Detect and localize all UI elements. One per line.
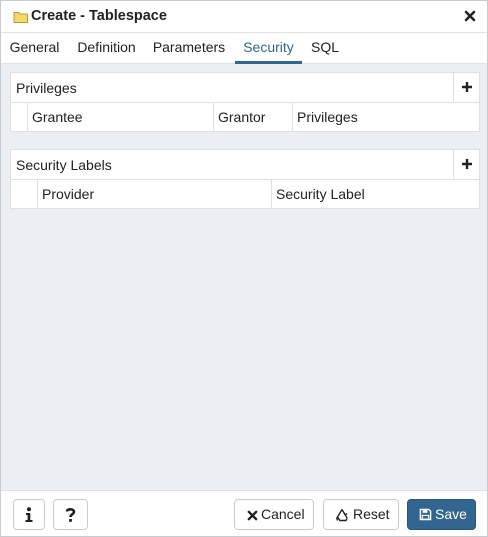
cancel-label: Cancel [261, 506, 305, 522]
security-labels-column-label: Security Label [276, 186, 365, 202]
add-privilege-button[interactable] [453, 73, 479, 102]
tab-bar: General Definition Parameters Security S… [1, 33, 487, 64]
tab-sql[interactable]: SQL [304, 33, 346, 64]
privileges-column-privileges: Privileges [297, 109, 358, 125]
tab-parameters[interactable]: Parameters [147, 33, 231, 64]
reset-label: Reset [353, 506, 390, 522]
dialog-footer: Cancel Reset Save [1, 490, 487, 536]
security-labels-title: Security Labels [16, 157, 112, 173]
add-security-label-button[interactable] [453, 150, 479, 179]
create-tablespace-dialog: Create - Tablespace General Definition P… [0, 0, 488, 537]
privileges-column-grantor: Grantor [214, 103, 293, 131]
help-button[interactable] [53, 499, 88, 530]
info-icon [25, 507, 33, 522]
save-label: Save [435, 506, 467, 522]
info-button[interactable] [13, 499, 45, 530]
close-icon [247, 510, 258, 521]
recycle-icon [336, 509, 348, 522]
cancel-button[interactable]: Cancel [234, 499, 314, 530]
security-labels-column-select [11, 180, 38, 208]
privileges-column-select [11, 103, 28, 131]
close-icon[interactable] [463, 9, 477, 23]
dialog-title-bar[interactable]: Create - Tablespace [1, 1, 487, 33]
security-labels-header: Security Labels [11, 150, 479, 180]
tab-security[interactable]: Security [235, 33, 302, 64]
security-labels-panel: Security Labels Provider Security Label [10, 149, 480, 209]
privileges-title: Privileges [16, 80, 77, 96]
plus-icon [462, 159, 472, 169]
save-button[interactable]: Save [407, 499, 476, 530]
question-icon [65, 507, 76, 522]
security-labels-column-provider: Provider [38, 180, 272, 208]
save-icon [419, 508, 432, 521]
privileges-grid-header: Grantee Grantor Privileges [11, 103, 479, 131]
reset-button[interactable]: Reset [323, 499, 399, 530]
folder-icon [13, 10, 29, 24]
dialog-title: Create - Tablespace [31, 8, 167, 24]
privileges-header: Privileges [11, 73, 479, 103]
privileges-column-grantee: Grantee [28, 103, 214, 131]
security-labels-grid-header: Provider Security Label [11, 180, 479, 208]
privileges-panel: Privileges Grantee Grantor Privileges [10, 72, 480, 132]
plus-icon [462, 82, 472, 92]
tab-general[interactable]: General [3, 33, 66, 64]
security-tab-content: Privileges Grantee Grantor Privileges Se… [1, 64, 487, 490]
tab-definition[interactable]: Definition [68, 33, 145, 64]
